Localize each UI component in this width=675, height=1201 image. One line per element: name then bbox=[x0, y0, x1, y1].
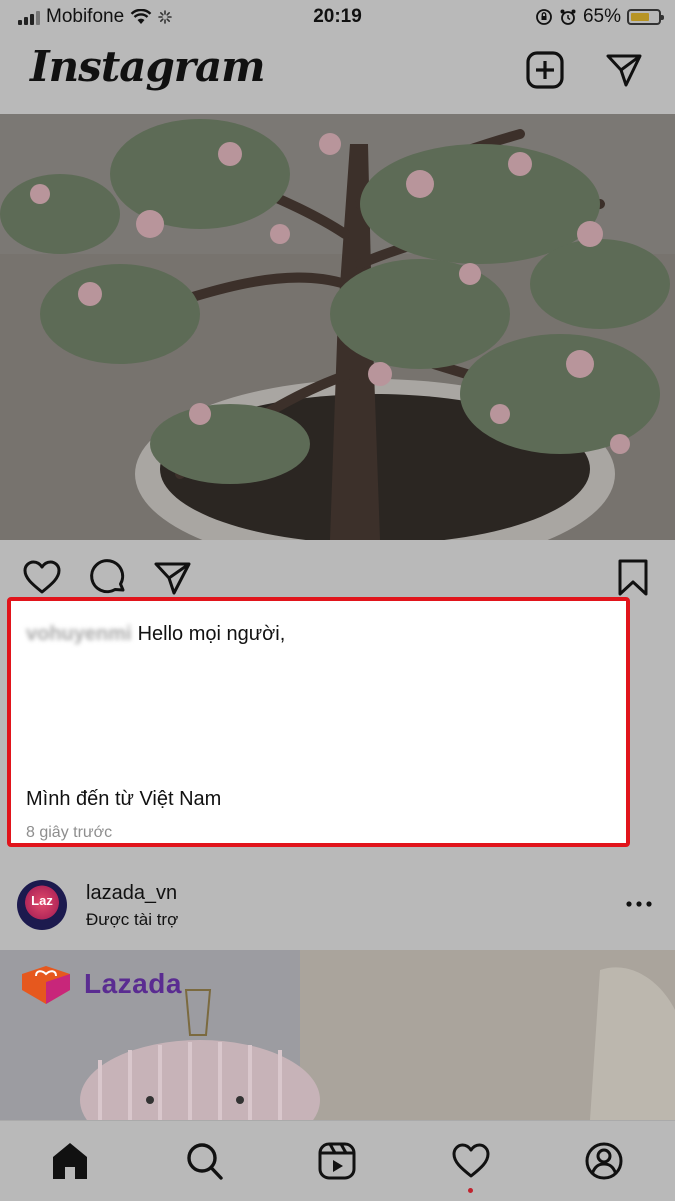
alarm-icon bbox=[560, 9, 576, 25]
post-image[interactable] bbox=[0, 114, 675, 540]
profile-icon[interactable] bbox=[584, 1139, 624, 1183]
lazada-logo-icon bbox=[22, 966, 70, 1004]
like-icon[interactable] bbox=[22, 558, 62, 598]
plant-photo bbox=[0, 114, 675, 540]
caption-highlight: vohuyenmi Hello mọi người, Mình đến từ V… bbox=[7, 597, 630, 847]
bottom-tab-bar bbox=[0, 1120, 675, 1201]
caption-first-line: vohuyenmi Hello mọi người, bbox=[26, 623, 285, 646]
orientation-lock-icon bbox=[536, 9, 552, 25]
caption-username[interactable]: vohuyenmi bbox=[26, 623, 132, 646]
direct-message-icon[interactable] bbox=[604, 50, 644, 90]
search-icon[interactable] bbox=[184, 1139, 224, 1183]
activity-icon[interactable] bbox=[451, 1139, 491, 1183]
home-icon[interactable] bbox=[50, 1139, 90, 1183]
notification-dot bbox=[468, 1188, 473, 1193]
avatar[interactable]: Laz bbox=[17, 880, 67, 930]
ad-brand-name: Lazada bbox=[84, 968, 182, 999]
avatar-label: Laz bbox=[31, 893, 53, 908]
post-timestamp: 8 giây trước bbox=[26, 824, 113, 841]
bookmark-icon[interactable] bbox=[613, 558, 653, 598]
caption-text-line2: Mình đến từ Việt Nam bbox=[26, 788, 222, 810]
sponsor-username[interactable]: lazada_vn bbox=[86, 882, 177, 905]
instagram-logo[interactable]: Instagram bbox=[30, 42, 266, 91]
reels-icon[interactable] bbox=[317, 1139, 357, 1183]
status-bar: Mobifone 20:19 65% bbox=[0, 0, 675, 36]
share-icon[interactable] bbox=[153, 558, 193, 598]
new-post-icon[interactable] bbox=[525, 50, 565, 90]
sponsored-post-header: Laz lazada_vn Được tài trợ bbox=[0, 858, 675, 950]
sponsored-label: Được tài trợ bbox=[86, 910, 179, 929]
caption-text-line1: Hello mọi người, bbox=[137, 623, 286, 645]
comment-icon[interactable] bbox=[88, 558, 128, 598]
app-header: Instagram bbox=[0, 36, 675, 114]
battery-percent: 65% bbox=[582, 6, 621, 27]
ad-image[interactable]: Lazada bbox=[0, 950, 675, 1120]
battery-icon bbox=[627, 9, 664, 25]
status-right: 65% bbox=[535, 6, 664, 28]
more-options-icon[interactable] bbox=[624, 894, 654, 914]
